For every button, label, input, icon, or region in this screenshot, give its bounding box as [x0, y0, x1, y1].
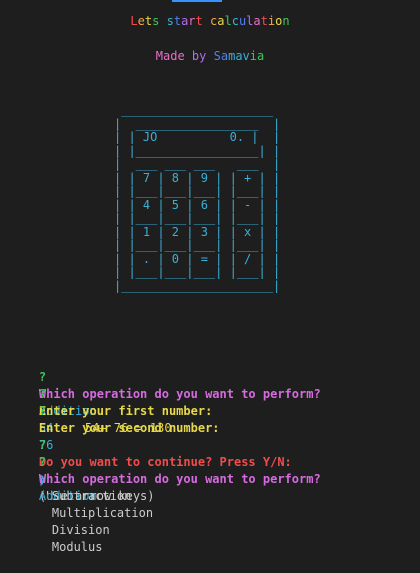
subtitle-char: i — [249, 49, 258, 63]
prompt-text: Which operation do you want to perform? — [38, 472, 321, 486]
prompt-line-operation: ? Which operation do you want to perform… — [10, 352, 420, 418]
menu-item-label: Modulus — [51, 540, 103, 554]
subtitle-char — [185, 49, 192, 63]
app-title: Lets start calculation — [0, 14, 420, 28]
menu-item-label: Division — [51, 523, 110, 537]
question-mark-icon: ? — [38, 438, 47, 452]
title-char: a — [181, 14, 189, 28]
terminal-output: ? Which operation do you want to perform… — [10, 352, 420, 554]
title-char: n — [282, 14, 290, 28]
title-char — [203, 14, 210, 28]
title-char: t — [260, 14, 268, 28]
title-char: c — [231, 14, 239, 28]
title-char: L — [130, 14, 138, 28]
title-char: s — [152, 14, 160, 28]
title-char: u — [238, 14, 247, 28]
subtitle-char: a — [257, 49, 265, 63]
menu-item-label: Multiplication — [51, 506, 154, 520]
subtitle-char: e — [177, 49, 185, 63]
menu-item-label: Subtraction — [51, 489, 132, 503]
calculator-ascii-art: _____________________ | ________________… — [114, 103, 281, 293]
title-char: a — [253, 14, 261, 28]
question-mark-icon: ? — [38, 370, 47, 384]
title-char: l — [246, 14, 254, 28]
title-char: c — [210, 14, 218, 28]
subtitle-char — [206, 49, 213, 63]
question-mark-icon: ? — [38, 387, 47, 401]
title-char: t — [173, 14, 182, 28]
title-char: a — [217, 14, 225, 28]
subtitle-char: v — [242, 49, 250, 63]
prompt-text: Do you want to continue? Press Y/N: — [38, 455, 292, 469]
terminal-tab-indicator — [172, 0, 222, 2]
prompt-line-first-number: ? Enter your first number: 54 — [10, 369, 420, 435]
subtitle-char: M — [155, 49, 163, 63]
title-char: t — [195, 14, 203, 28]
title-char: i — [267, 14, 276, 28]
pointer-icon: ❯ — [38, 472, 47, 486]
result-text: 54+ 76 = 130 — [84, 421, 172, 435]
title-char: t — [144, 14, 153, 28]
subtitle-char: S — [213, 49, 221, 63]
prompt-text: Which operation do you want to perform? — [38, 387, 321, 401]
title-char: s — [166, 14, 174, 28]
question-mark-icon: ? — [38, 455, 47, 469]
prompt-line-operation-2: ? Which operation do you want to perform… — [10, 437, 420, 503]
subtitle-char: a — [235, 49, 243, 63]
subtitle-char: a — [220, 49, 229, 63]
title-char: e — [137, 14, 145, 28]
title-char: r — [188, 14, 196, 28]
title-char: l — [224, 14, 232, 28]
app-subtitle: Made by Samavia — [0, 49, 420, 63]
title-char — [159, 14, 166, 28]
prompt-text: Enter your first number: — [38, 404, 213, 418]
question-mark-icon: ? — [38, 404, 47, 418]
title-char: o — [275, 14, 283, 28]
